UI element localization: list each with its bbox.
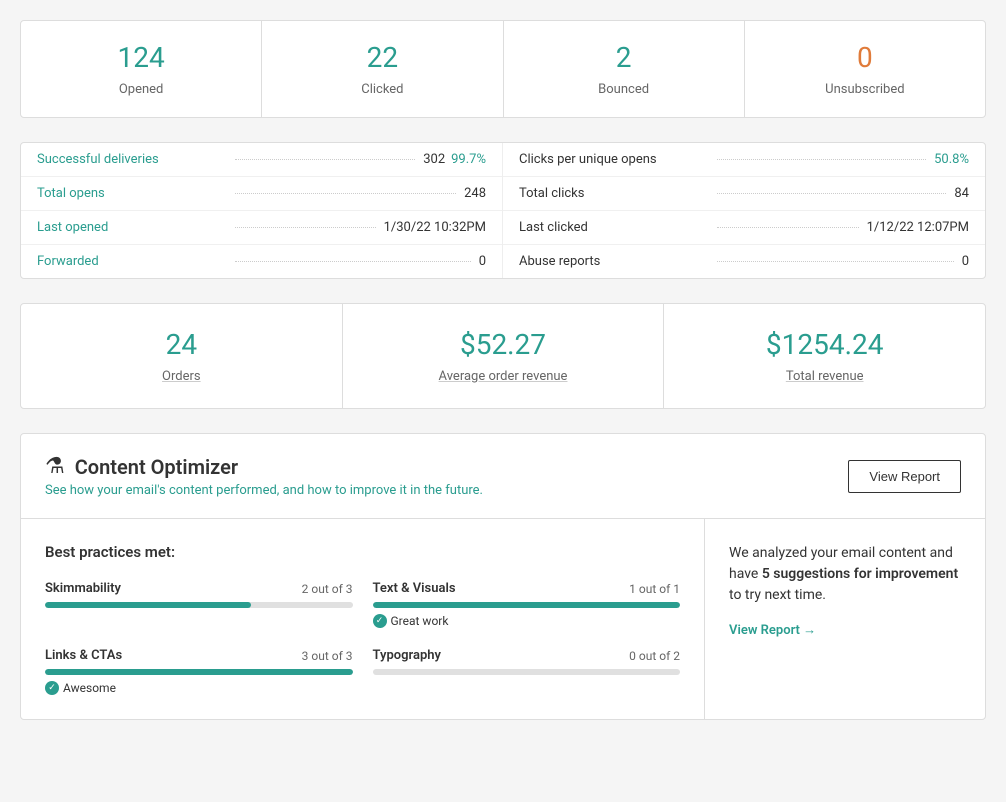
opened-number: 124 xyxy=(37,41,245,74)
metric-value: 248 xyxy=(464,186,486,201)
suggestions-text: We analyzed your email content and have … xyxy=(729,543,961,606)
optimizer-body: Best practices met: Skimmability 2 out o… xyxy=(21,519,985,719)
practice-links-ctas: Links & CTAs 3 out of 3 ✓ Awesome xyxy=(45,648,353,695)
optimizer-title-row: ⚗ Content Optimizer xyxy=(45,454,483,479)
progress-bar-fill xyxy=(373,602,681,608)
practices-title: Best practices met: xyxy=(45,543,680,561)
avg-order-label: Average order revenue xyxy=(439,369,568,384)
metric-total-clicks: Total clicks 84 xyxy=(503,177,985,211)
opened-label: Opened xyxy=(119,82,164,97)
optimizer-title-area: ⚗ Content Optimizer See how your email's… xyxy=(45,454,483,498)
metric-abuse-reports: Abuse reports 0 xyxy=(503,245,985,278)
metric-value: 1/12/22 12:07PM xyxy=(867,220,969,235)
metric-label: Abuse reports xyxy=(519,254,709,269)
stat-clicked: 22 Clicked xyxy=(262,21,503,117)
practice-name: Links & CTAs xyxy=(45,648,122,663)
practice-typography: Typography 0 out of 2 xyxy=(373,648,681,695)
view-report-link[interactable]: View Report → xyxy=(729,622,961,638)
stats-row: 124 Opened 22 Clicked 2 Bounced 0 Unsubs… xyxy=(20,20,986,118)
practices-panel: Best practices met: Skimmability 2 out o… xyxy=(21,519,705,719)
metric-label: Last clicked xyxy=(519,220,709,235)
bounced-label: Bounced xyxy=(598,82,649,97)
orders-number: 24 xyxy=(37,328,326,361)
orders-label: Orders xyxy=(162,369,201,384)
practices-grid: Skimmability 2 out of 3 Text & Visuals 1… xyxy=(45,581,680,695)
practice-skimmability: Skimmability 2 out of 3 xyxy=(45,581,353,628)
progress-bar-bg xyxy=(45,602,353,608)
revenue-avg-order: $52.27 Average order revenue xyxy=(343,304,665,408)
metric-value: 1/30/22 10:32PM xyxy=(384,220,486,235)
stat-unsubscribed: 0 Unsubscribed xyxy=(745,21,985,117)
metric-last-opened: Last opened 1/30/22 10:32PM xyxy=(21,211,502,245)
practice-name: Text & Visuals xyxy=(373,581,456,596)
practice-text-visuals: Text & Visuals 1 out of 1 ✓ Great work xyxy=(373,581,681,628)
revenue-total: $1254.24 Total revenue xyxy=(664,304,985,408)
metric-label: Forwarded xyxy=(37,254,227,269)
content-optimizer-card: ⚗ Content Optimizer See how your email's… xyxy=(20,433,986,720)
total-revenue-label: Total revenue xyxy=(786,369,864,384)
metrics-left-col: Successful deliveries 302 99.7% Total op… xyxy=(21,143,503,278)
practice-name: Typography xyxy=(373,648,442,663)
progress-bar-fill xyxy=(45,602,251,608)
metric-label: Last opened xyxy=(37,220,227,235)
metric-value: 0 xyxy=(962,254,969,269)
suggestions-panel: We analyzed your email content and have … xyxy=(705,519,985,719)
metric-label: Successful deliveries xyxy=(37,152,227,167)
metric-label: Total clicks xyxy=(519,186,709,201)
metric-sub-value: 302 xyxy=(423,152,445,167)
metric-last-clicked: Last clicked 1/12/22 12:07PM xyxy=(503,211,985,245)
avg-order-number: $52.27 xyxy=(359,328,648,361)
metric-value: 0 xyxy=(479,254,486,269)
stat-bounced: 2 Bounced xyxy=(504,21,745,117)
practice-score: 1 out of 1 xyxy=(629,582,680,596)
optimizer-title: Content Optimizer xyxy=(75,455,238,479)
badge-label: Great work xyxy=(391,614,449,628)
badge-label: Awesome xyxy=(63,681,116,695)
bounced-number: 2 xyxy=(520,41,728,74)
total-revenue-number: $1254.24 xyxy=(680,328,969,361)
check-icon: ✓ xyxy=(373,614,387,628)
optimizer-header: ⚗ Content Optimizer See how your email's… xyxy=(21,434,985,519)
view-report-button[interactable]: View Report xyxy=(848,460,961,493)
flask-icon: ⚗ xyxy=(45,454,65,479)
metric-sub-label: 99.7% xyxy=(451,152,486,167)
revenue-orders: 24 Orders xyxy=(21,304,343,408)
revenue-row: 24 Orders $52.27 Average order revenue $… xyxy=(20,303,986,409)
practice-score: 0 out of 2 xyxy=(629,649,680,663)
metric-value: 84 xyxy=(954,186,969,201)
stat-opened: 124 Opened xyxy=(21,21,262,117)
metric-forwarded: Forwarded 0 xyxy=(21,245,502,278)
unsubscribed-number: 0 xyxy=(761,41,969,74)
practice-name: Skimmability xyxy=(45,581,121,596)
progress-bar-fill xyxy=(45,669,353,675)
practice-score: 3 out of 3 xyxy=(302,649,353,663)
metric-label: Clicks per unique opens xyxy=(519,152,709,167)
check-icon: ✓ xyxy=(45,681,59,695)
metric-clicks-unique: Clicks per unique opens 50.8% xyxy=(503,143,985,177)
clicked-number: 22 xyxy=(278,41,486,74)
metrics-right-col: Clicks per unique opens 50.8% Total clic… xyxy=(503,143,985,278)
clicked-label: Clicked xyxy=(361,82,403,97)
metric-successful-deliveries: Successful deliveries 302 99.7% xyxy=(21,143,502,177)
metric-label: Total opens xyxy=(37,186,227,201)
optimizer-subtitle: See how your email's content performed, … xyxy=(45,483,483,498)
practice-badge-links: ✓ Awesome xyxy=(45,681,353,695)
practice-badge-text-visuals: ✓ Great work xyxy=(373,614,681,628)
metrics-grid: Successful deliveries 302 99.7% Total op… xyxy=(20,142,986,279)
progress-bar-bg xyxy=(45,669,353,675)
progress-bar-bg xyxy=(373,602,681,608)
metric-total-opens: Total opens 248 xyxy=(21,177,502,211)
metric-value: 50.8% xyxy=(934,152,969,167)
progress-bar-bg xyxy=(373,669,681,675)
practice-score: 2 out of 3 xyxy=(302,582,353,596)
unsubscribed-label: Unsubscribed xyxy=(825,82,904,97)
